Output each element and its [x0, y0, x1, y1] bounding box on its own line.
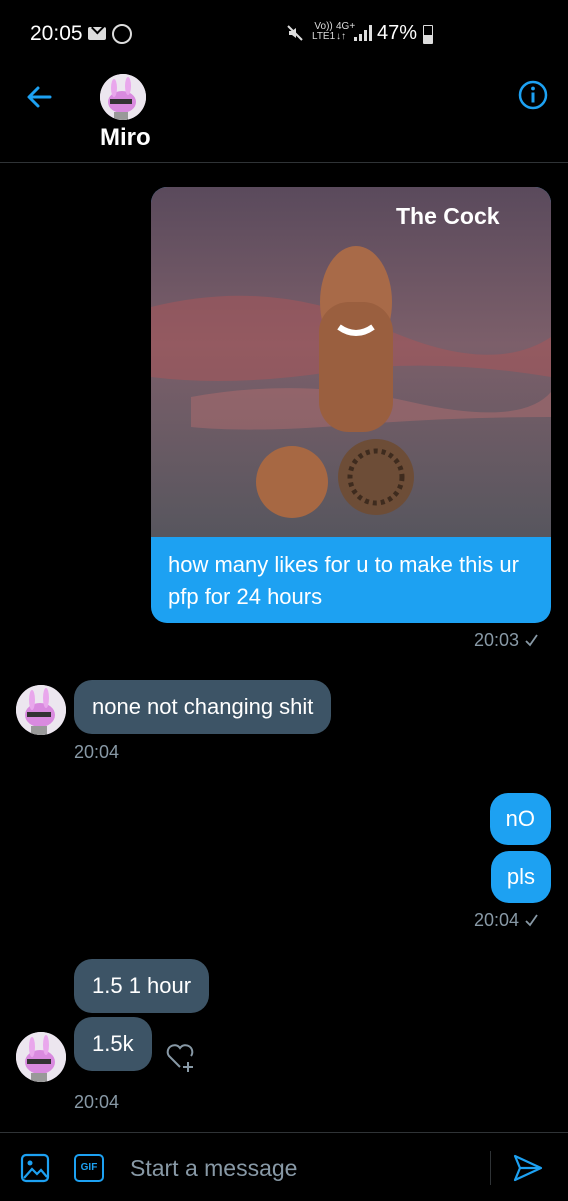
- message-timestamp: 20:04: [74, 742, 120, 762]
- outgoing-message[interactable]: pls: [490, 851, 551, 903]
- message-text: none not changing shit: [92, 694, 314, 719]
- message-composer: GIF: [0, 1132, 568, 1201]
- message-text: nO: [505, 806, 535, 831]
- sent-check-icon: [525, 914, 538, 927]
- timestamp-text: 20:03: [474, 630, 520, 650]
- message-text: 1.5k: [92, 1031, 134, 1056]
- incoming-message[interactable]: none not changing shit: [74, 680, 332, 734]
- network-arrows: ↓↑: [336, 31, 346, 42]
- message-timestamp: 20:04: [74, 1092, 120, 1112]
- status-time: 20:05: [30, 22, 83, 45]
- meme-caption: The Cock: [396, 203, 500, 229]
- incoming-message[interactable]: 1.5 1 hour: [74, 959, 210, 1013]
- avatar[interactable]: [100, 74, 146, 120]
- mute-icon: [286, 24, 304, 47]
- conversation-header: Miro: [0, 66, 568, 163]
- network-indicator: 4G+ ↓↑: [336, 22, 355, 42]
- composer-divider: [490, 1151, 491, 1185]
- avatar[interactable]: [16, 1032, 66, 1082]
- gif-button[interactable]: GIF: [74, 1154, 104, 1182]
- battery-percent: 47%: [377, 22, 418, 44]
- message-text: pls: [506, 864, 535, 889]
- battery-icon: [423, 25, 433, 44]
- message-timestamp: 20:04: [474, 910, 538, 931]
- status-bar: 20:05 Vo)) LTE1 4G+ ↓↑ 47%: [0, 0, 568, 66]
- message-text: 1.5 1 hour: [92, 973, 192, 998]
- timestamp-text: 20:04: [474, 910, 520, 930]
- message-text: how many likes for u to make this ur pfp…: [168, 552, 519, 609]
- sent-check-icon: [525, 634, 538, 647]
- avatar[interactable]: [16, 685, 66, 735]
- info-icon[interactable]: [518, 80, 548, 110]
- mail-icon: [88, 27, 106, 40]
- whatsapp-icon: [112, 24, 132, 44]
- incoming-message[interactable]: 1.5k: [74, 1017, 152, 1071]
- message-input[interactable]: [115, 1141, 484, 1195]
- volte-indicator: Vo)) LTE1: [312, 22, 335, 42]
- outgoing-message[interactable]: nO: [489, 793, 551, 845]
- heart-add-icon[interactable]: [164, 1040, 198, 1074]
- back-arrow-icon[interactable]: [24, 82, 54, 112]
- meme-image[interactable]: [151, 187, 551, 537]
- image-icon[interactable]: [20, 1153, 50, 1183]
- contact-name[interactable]: Miro: [100, 124, 151, 152]
- outgoing-image-message[interactable]: The Cock how many likes for u to make th…: [151, 187, 551, 623]
- message-timestamp: 20:03: [474, 630, 538, 651]
- signal-icon: [354, 25, 374, 41]
- send-icon[interactable]: [512, 1153, 544, 1183]
- volte-bottom-label: LTE1: [312, 31, 336, 42]
